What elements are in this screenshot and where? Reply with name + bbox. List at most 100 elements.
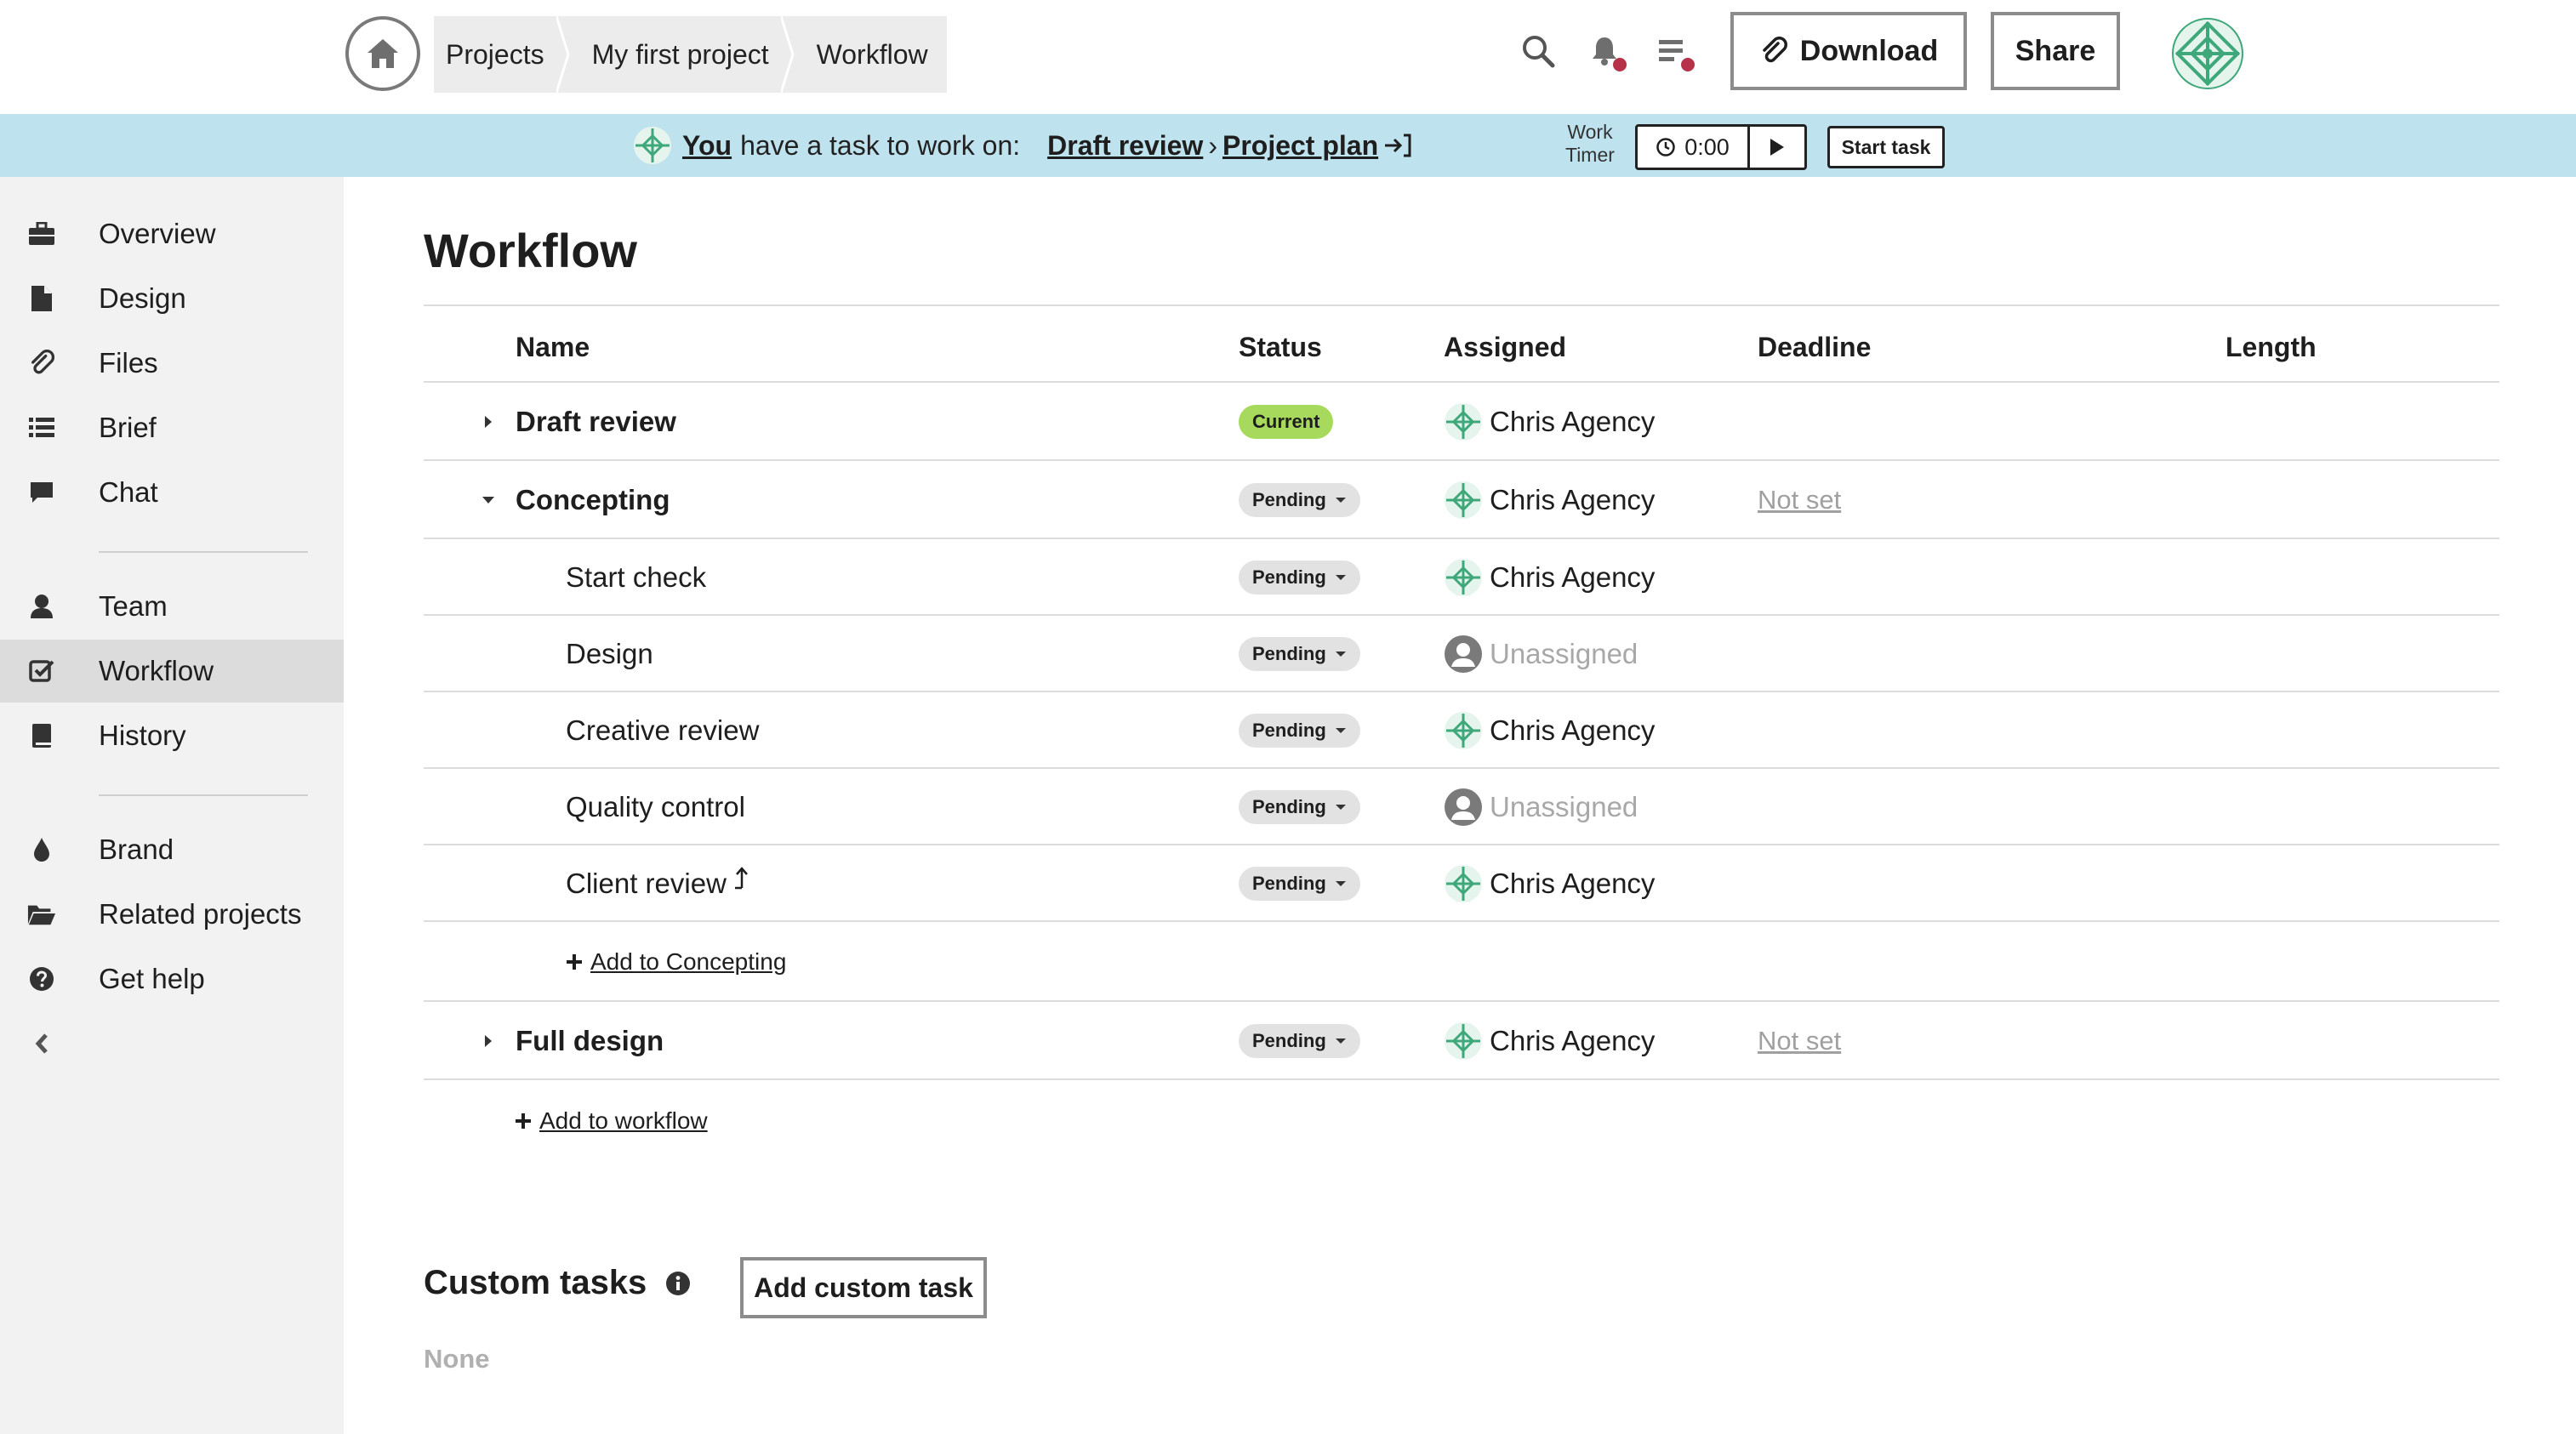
assignee[interactable]: Chris Agency (1444, 461, 1655, 539)
sidebar-item-team[interactable]: Team (0, 575, 344, 638)
timer-value: 0:00 (1684, 134, 1730, 160)
status-dropdown[interactable]: Pending (1239, 561, 1360, 595)
table-row[interactable]: Full design Pending Chris Agency Not set (424, 1002, 2499, 1080)
table-row[interactable]: Design Pending Unassigned (424, 616, 2499, 692)
sidebar-divider (99, 551, 308, 553)
paperclip-icon (27, 349, 56, 378)
agency-avatar-icon (1445, 481, 1482, 519)
search-button[interactable] (1518, 31, 1559, 71)
table-row[interactable]: Draft review Current Chris Agency (424, 383, 2499, 461)
row-name: Design (566, 638, 653, 669)
work-timer-label: Work Timer (1565, 121, 1615, 166)
file-icon (27, 284, 56, 313)
add-subtask-row: Add to Concepting (424, 922, 2499, 1002)
row-name: Start check (566, 561, 707, 593)
breadcrumb-projects[interactable]: Projects (434, 16, 556, 93)
status-dropdown[interactable]: Pending (1239, 790, 1360, 824)
sidebar-item-brief[interactable]: Brief (0, 396, 344, 459)
table-row[interactable]: Start check Pending Chris Agency (424, 539, 2499, 616)
status-cell: Pending (1239, 539, 1360, 616)
assignee[interactable]: Unassigned (1444, 769, 1638, 845)
row-name: Draft review (516, 406, 676, 437)
info-icon[interactable] (665, 1271, 691, 1296)
status-badge: Current (1239, 405, 1334, 439)
status-dropdown[interactable]: Pending (1239, 714, 1360, 748)
breadcrumb-project[interactable]: My first project (578, 16, 781, 93)
assignee[interactable]: Chris Agency (1444, 845, 1655, 922)
assignee[interactable]: Unassigned (1444, 616, 1638, 692)
assignee-name: Chris Agency (1490, 561, 1656, 593)
agency-avatar-icon (1445, 712, 1482, 749)
help-icon (27, 965, 56, 993)
assignee[interactable]: Chris Agency (1444, 539, 1655, 616)
share-button[interactable]: Share (1991, 12, 2120, 90)
sidebar-item-related-projects[interactable]: Related projects (0, 883, 344, 946)
notifications-button[interactable] (1584, 31, 1627, 71)
table-row[interactable]: Concepting Pending Chris Agency Not set (424, 461, 2499, 539)
column-header-assigned[interactable]: Assigned (1444, 332, 1566, 363)
sidebar-item-overview[interactable]: Overview (0, 202, 344, 265)
add-to-workflow-link[interactable]: Add to workflow (514, 1104, 708, 1138)
column-header-status[interactable]: Status (1239, 332, 1322, 363)
deadline-link[interactable]: Not set (1758, 461, 1841, 539)
sidebar-item-brand[interactable]: Brand (0, 818, 344, 881)
play-icon (1770, 139, 1784, 156)
download-button[interactable]: Download (1730, 12, 1967, 90)
column-header-deadline[interactable]: Deadline (1758, 332, 1871, 363)
status-dropdown[interactable]: Pending (1239, 483, 1360, 517)
custom-tasks-empty-text: None (424, 1344, 490, 1374)
user-placeholder-icon (1445, 788, 1482, 826)
sidebar-collapse-button[interactable] (0, 1012, 85, 1075)
go-to-task-icon[interactable] (1383, 133, 1412, 158)
sidebar-divider (99, 794, 308, 796)
plus-icon (567, 954, 582, 970)
banner-task-stage-link[interactable]: Draft review (1047, 130, 1203, 162)
client-upload-icon (734, 867, 748, 890)
add-custom-task-button[interactable]: Add custom task (740, 1257, 987, 1318)
user-avatar[interactable] (2171, 17, 2244, 90)
breadcrumb-workflow[interactable]: Workflow (803, 16, 947, 93)
assignee[interactable]: Chris Agency (1444, 383, 1655, 461)
row-name: Concepting (516, 484, 670, 515)
caret-down-icon (1335, 652, 1346, 657)
table-row[interactable]: Creative review Pending Chris Agency (424, 692, 2499, 769)
sidebar-item-files[interactable]: Files (0, 332, 344, 395)
task-banner: You have a task to work on: Draft review… (0, 114, 2576, 177)
droplet-icon (27, 835, 56, 864)
sidebar-item-workflow[interactable]: Workflow (0, 640, 344, 703)
sidebar-item-chat[interactable]: Chat (0, 461, 344, 524)
banner-task-name-link[interactable]: Project plan (1222, 130, 1378, 162)
add-to-concepting-link[interactable]: Add to Concepting (565, 922, 786, 1002)
search-icon (1523, 36, 1555, 68)
sidebar-item-get-help[interactable]: Get help (0, 947, 344, 1010)
deadline-link[interactable]: Not set (1758, 1002, 1841, 1080)
assignee-name: Chris Agency (1490, 714, 1656, 746)
status-dropdown[interactable]: Pending (1239, 637, 1360, 671)
sidebar-item-history[interactable]: History (0, 704, 344, 767)
status-dropdown[interactable]: Pending (1239, 867, 1360, 901)
table-row[interactable]: Quality control Pending Unassigned (424, 769, 2499, 845)
checkbox-icon (27, 657, 56, 686)
timer-play-button[interactable] (1750, 127, 1804, 168)
table-header: Name Status Assigned Deadline Length (424, 304, 2499, 383)
assignee-name: Chris Agency (1490, 1025, 1656, 1056)
table-row[interactable]: Client review Pending Chris Agency (424, 845, 2499, 922)
avatar-pattern-icon (2172, 18, 2243, 89)
column-header-name[interactable]: Name (516, 332, 590, 363)
user-placeholder-icon (1445, 635, 1482, 673)
column-header-length[interactable]: Length (2226, 332, 2317, 363)
caret-down-icon (1335, 805, 1346, 810)
status-dropdown[interactable]: Pending (1239, 1024, 1360, 1058)
sidebar-item-design[interactable]: Design (0, 267, 344, 330)
start-task-button[interactable]: Start task (1827, 126, 1945, 168)
home-button[interactable] (345, 16, 420, 91)
banner-you-link[interactable]: You (682, 130, 732, 162)
book-icon (27, 721, 56, 750)
folder-open-icon (27, 900, 56, 929)
assignee[interactable]: Chris Agency (1444, 1002, 1655, 1080)
tasks-button[interactable] (1652, 31, 1695, 71)
expand-caret-icon[interactable] (480, 413, 497, 430)
expand-caret-icon[interactable] (480, 1033, 497, 1050)
assignee[interactable]: Chris Agency (1444, 692, 1655, 769)
collapse-caret-icon[interactable] (480, 492, 497, 509)
